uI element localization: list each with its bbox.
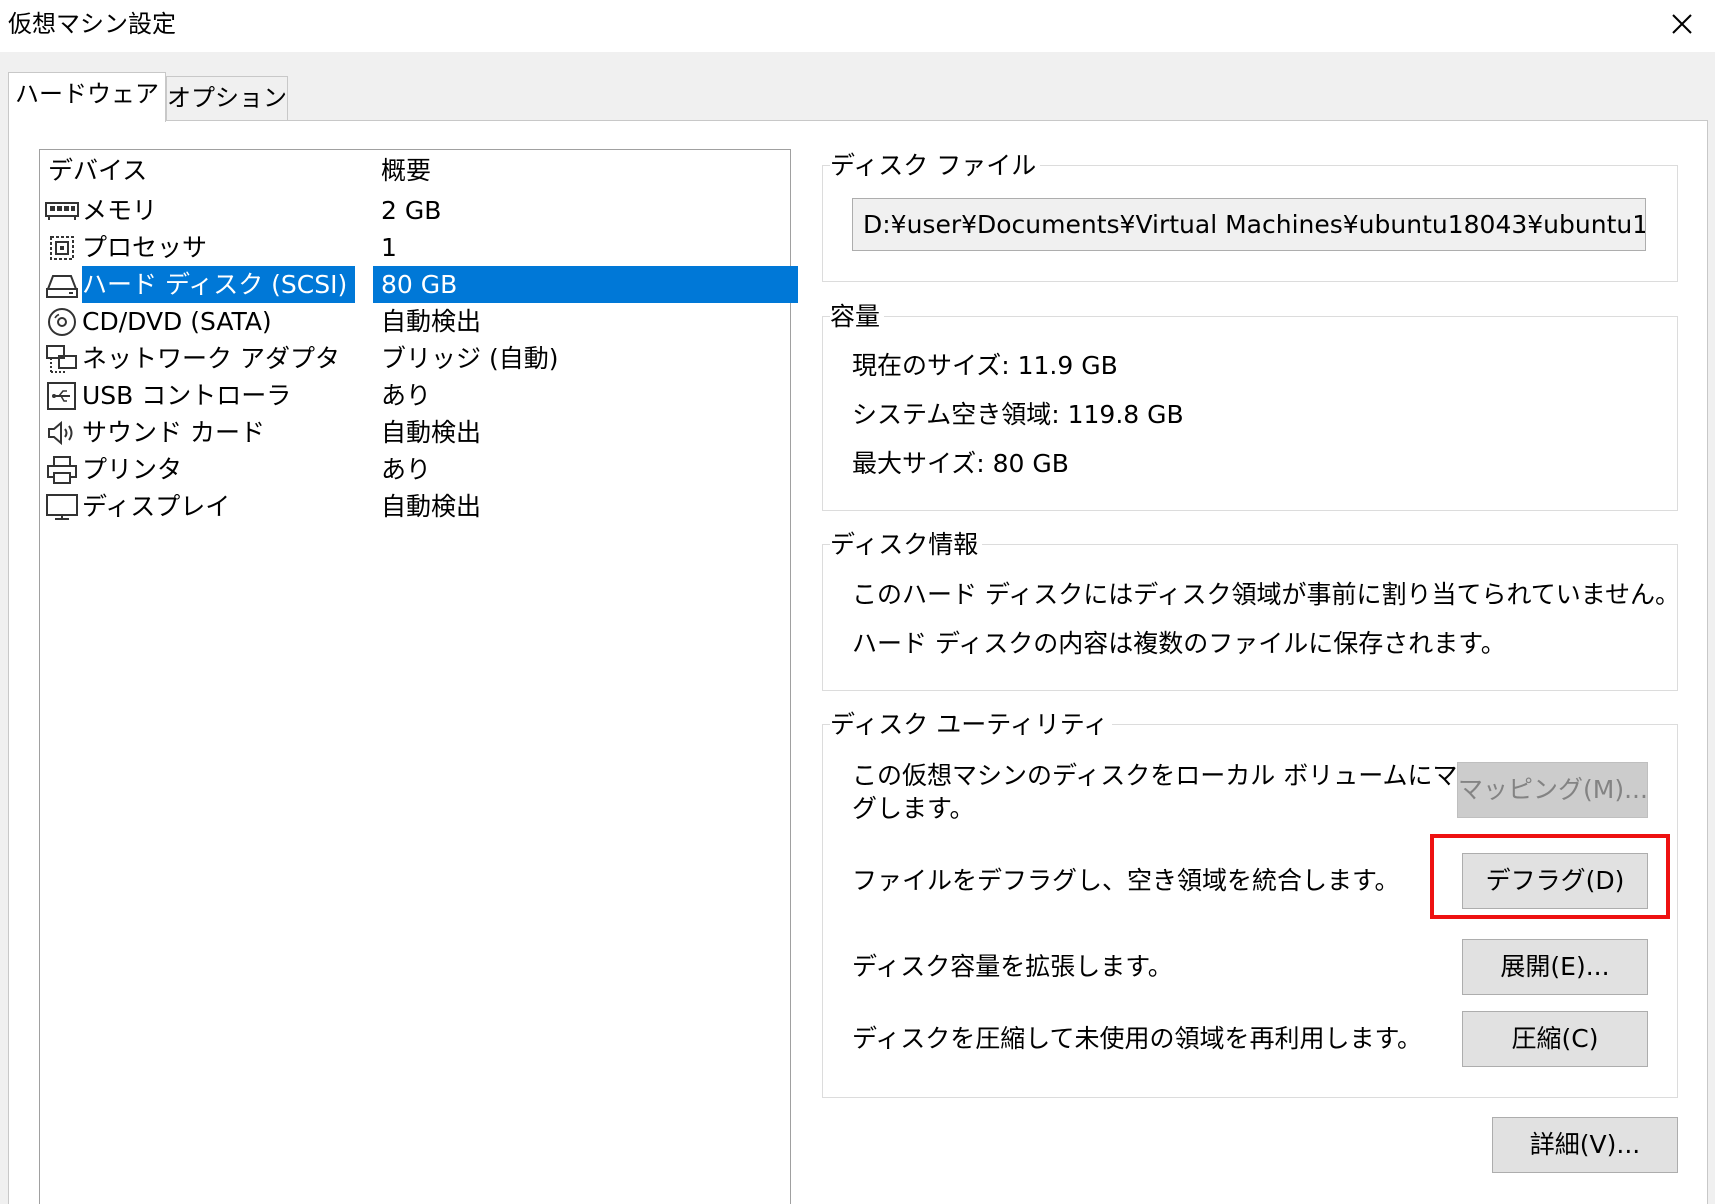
advanced-button[interactable]: 詳細(V)... — [1492, 1117, 1678, 1173]
device-summary: 2 GB — [381, 196, 442, 225]
device-summary: あり — [381, 381, 432, 410]
device-list-header: デバイス 概要 — [40, 150, 790, 190]
device-name: ネットワーク アダプタ — [82, 344, 340, 373]
device-name: CD/DVD (SATA) — [82, 307, 272, 336]
device-name: プロセッサ — [82, 233, 208, 262]
disk-info-line-2: ハード ディスクの内容は複数のファイルに保存されます。 — [852, 629, 1506, 658]
title-bar: 仮想マシン設定 — [0, 0, 1715, 52]
disk-info-legend: ディスク情報 — [830, 530, 983, 560]
expand-description: ディスク容量を拡張します。 — [852, 952, 1173, 981]
max-size-text: 最大サイズ: 80 GB — [852, 449, 1069, 478]
system-free-space-text: システム空き領域: 119.8 GB — [852, 400, 1184, 429]
display-icon — [45, 491, 79, 523]
device-name: サウンド カード — [82, 418, 265, 447]
device-row-display[interactable]: ディスプレイ 自動検出 — [40, 488, 790, 525]
device-list[interactable]: デバイス 概要 メモリ 2 GB プロセッサ 1 ハード ディスク (SCSI)… — [39, 149, 798, 1204]
printer-icon — [45, 454, 79, 486]
current-size-text: 現在のサイズ: 11.9 GB — [852, 351, 1118, 380]
disk-file-path-field[interactable]: D:¥user¥Documents¥Virtual Machines¥ubunt… — [852, 198, 1646, 251]
device-name: ハード ディスク (SCSI) — [82, 266, 356, 303]
close-button[interactable] — [1660, 4, 1704, 44]
device-summary: 自動検出 — [381, 418, 482, 447]
column-header-summary[interactable]: 概要 — [381, 155, 431, 187]
sound-card-icon — [45, 417, 79, 449]
device-summary: 自動検出 — [381, 492, 482, 521]
cd-dvd-icon — [45, 306, 79, 338]
device-row-usb-controller[interactable]: USB コントローラ あり — [40, 377, 790, 414]
defrag-description: ファイルをデフラグし、空き領域を統合します。 — [852, 866, 1400, 895]
mapping-description-line-2: グします。 — [852, 794, 975, 823]
mapping-description-line-1: この仮想マシンのディスクをローカル ボリュームにマッピン — [852, 761, 1533, 790]
device-name: USB コントローラ — [82, 381, 292, 410]
disk-file-legend: ディスク ファイル — [830, 151, 1041, 181]
device-summary: 80 GB — [373, 266, 798, 303]
hard-disk-icon — [45, 269, 79, 301]
disk-info-group — [822, 544, 1678, 691]
capacity-legend: 容量 — [830, 302, 885, 332]
device-summary: 自動検出 — [381, 307, 482, 336]
device-row-sound-card[interactable]: サウンド カード 自動検出 — [40, 414, 790, 451]
window-title: 仮想マシン設定 — [8, 10, 176, 38]
tab-options[interactable]: オプション — [166, 76, 288, 120]
device-row-hard-disk[interactable]: ハード ディスク (SCSI) 80 GB — [40, 266, 798, 303]
disk-info-line-1: このハード ディスクにはディスク領域が事前に割り当てられていません。 — [852, 580, 1680, 609]
compact-description: ディスクを圧縮して未使用の領域を再利用します。 — [852, 1024, 1423, 1053]
device-summary: あり — [381, 455, 432, 484]
memory-icon — [45, 195, 79, 227]
device-name: プリンタ — [82, 455, 183, 484]
tab-hardware[interactable]: ハードウェア — [8, 72, 166, 122]
device-name: メモリ — [82, 196, 158, 225]
mapping-button[interactable]: マッピング(M)... — [1457, 762, 1648, 818]
network-adapter-icon — [45, 343, 79, 375]
device-row-printer[interactable]: プリンタ あり — [40, 451, 790, 488]
device-row-network-adapter[interactable]: ネットワーク アダプタ ブリッジ (自動) — [40, 340, 790, 377]
processor-icon — [45, 232, 79, 264]
compact-button[interactable]: 圧縮(C) — [1462, 1011, 1648, 1067]
device-row-processor[interactable]: プロセッサ 1 — [40, 229, 790, 266]
close-icon — [1672, 14, 1692, 34]
device-name: ディスプレイ — [82, 492, 231, 521]
column-header-device[interactable]: デバイス — [48, 155, 147, 187]
device-row-memory[interactable]: メモリ 2 GB — [40, 192, 790, 229]
device-row-cd-dvd[interactable]: CD/DVD (SATA) 自動検出 — [40, 303, 790, 340]
defrag-highlight-box — [1430, 834, 1670, 919]
disk-utility-legend: ディスク ユーティリティ — [830, 710, 1113, 740]
usb-controller-icon — [45, 380, 79, 412]
device-summary: 1 — [381, 233, 397, 262]
expand-button[interactable]: 展開(E)... — [1462, 939, 1648, 995]
device-summary: ブリッジ (自動) — [381, 344, 559, 373]
